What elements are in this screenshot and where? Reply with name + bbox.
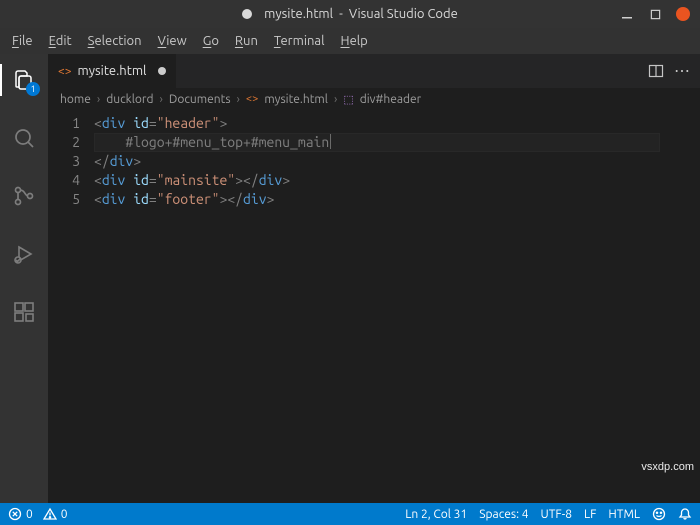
- title-filename: mysite.html: [264, 7, 333, 21]
- explorer-badge: 1: [26, 82, 40, 96]
- activity-extensions[interactable]: [0, 292, 48, 332]
- code-line[interactable]: </div>: [94, 152, 700, 171]
- activity-run-debug[interactable]: [0, 234, 48, 274]
- tab-bar: <> mysite.html ⋯: [48, 54, 700, 88]
- chevron-right-icon: ›: [97, 93, 100, 106]
- crumb-user[interactable]: ducklord: [106, 93, 153, 106]
- crumb-folder[interactable]: Documents: [169, 93, 231, 106]
- chevron-right-icon: ›: [334, 93, 337, 106]
- maximize-button[interactable]: [648, 7, 662, 21]
- window-controls: [620, 7, 700, 21]
- title-bar: mysite.html - Visual Studio Code: [0, 0, 700, 28]
- status-bar: 0 0 Ln 2, Col 31 Spaces: 4 UTF-8 LF HTML: [0, 503, 700, 525]
- status-notifications-icon[interactable]: [678, 507, 692, 521]
- status-language[interactable]: HTML: [608, 508, 640, 521]
- menu-file[interactable]: File: [4, 32, 41, 50]
- status-errors[interactable]: 0: [8, 507, 33, 521]
- status-errors-count: 0: [26, 508, 33, 521]
- status-ln-col[interactable]: Ln 2, Col 31: [405, 508, 467, 521]
- line-number: 5: [48, 190, 80, 209]
- split-editor-icon[interactable]: [648, 63, 664, 79]
- menu-view[interactable]: View: [150, 32, 195, 50]
- activity-explorer[interactable]: 1: [0, 60, 48, 100]
- status-eol[interactable]: LF: [584, 508, 596, 521]
- menu-terminal[interactable]: Terminal: [266, 32, 333, 50]
- menu-help[interactable]: Help: [333, 32, 376, 50]
- crumb-symbol[interactable]: div#header: [360, 93, 422, 106]
- activity-source-control[interactable]: [0, 176, 48, 216]
- app-window: mysite.html - Visual Studio Code File Ed…: [0, 0, 700, 525]
- close-button[interactable]: [676, 7, 690, 21]
- activity-search[interactable]: [0, 118, 48, 158]
- status-feedback-icon[interactable]: [652, 507, 666, 521]
- menu-run[interactable]: Run: [227, 32, 266, 50]
- code-line[interactable]: <div id="footer"></div>: [94, 190, 700, 209]
- tab-dirty-icon: [158, 67, 166, 75]
- status-warnings-count: 0: [61, 508, 68, 521]
- line-number-gutter: 1 2 3 4 5: [48, 110, 94, 503]
- html-file-icon: <>: [58, 65, 72, 78]
- menu-bar: File Edit Selection View Go Run Terminal…: [0, 28, 700, 54]
- tab-label: mysite.html: [78, 64, 147, 78]
- watermark-text: vsxdp.com: [641, 458, 694, 477]
- activity-bar: 1: [0, 54, 48, 503]
- chevron-right-icon: ›: [159, 93, 162, 106]
- more-actions-icon[interactable]: ⋯: [674, 63, 690, 79]
- status-warnings[interactable]: 0: [43, 507, 68, 521]
- menu-go[interactable]: Go: [195, 32, 227, 50]
- current-line-highlight: [94, 133, 660, 152]
- code-content[interactable]: <div id="header"> #logo+#menu_top+#menu_…: [94, 110, 700, 503]
- symbol-icon: ⬚: [343, 93, 353, 106]
- minimize-button[interactable]: [620, 7, 634, 21]
- code-line[interactable]: <div id="mainsite"></div>: [94, 171, 700, 190]
- title-app: Visual Studio Code: [349, 7, 458, 21]
- window-title: mysite.html - Visual Studio Code: [0, 7, 700, 21]
- line-number: 4: [48, 171, 80, 190]
- chevron-right-icon: ›: [237, 93, 240, 106]
- title-separator: -: [339, 7, 343, 21]
- line-number: 3: [48, 152, 80, 171]
- status-encoding[interactable]: UTF-8: [541, 508, 572, 521]
- editor-area: <> mysite.html ⋯ home › ducklord › Documen…: [48, 54, 700, 503]
- line-number: 2: [48, 133, 80, 152]
- line-number: 1: [48, 114, 80, 133]
- status-indent[interactable]: Spaces: 4: [479, 508, 528, 521]
- crumb-file[interactable]: mysite.html: [264, 93, 328, 106]
- menu-selection[interactable]: Selection: [80, 32, 150, 50]
- dirty-indicator-icon: [242, 9, 252, 19]
- tab-mysite[interactable]: <> mysite.html: [48, 54, 177, 88]
- html-file-icon: <>: [246, 93, 258, 105]
- menu-edit[interactable]: Edit: [41, 32, 80, 50]
- crumb-home[interactable]: home: [60, 93, 91, 106]
- code-editor[interactable]: 1 2 3 4 5 <div id="header"> #logo+#menu_…: [48, 110, 700, 503]
- code-line[interactable]: <div id="header">: [94, 114, 700, 133]
- breadcrumb[interactable]: home › ducklord › Documents › <> mysite.htm…: [48, 88, 700, 110]
